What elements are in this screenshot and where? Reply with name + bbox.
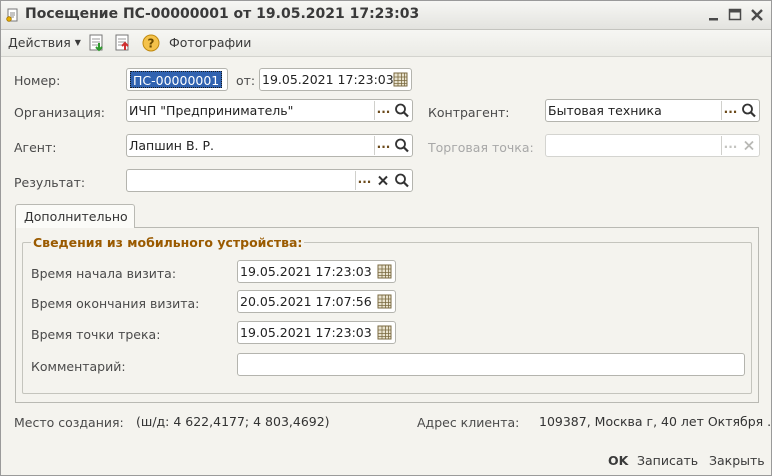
search-icon[interactable] <box>740 101 758 120</box>
maximize-icon[interactable] <box>727 7 743 23</box>
save-button[interactable]: Записать <box>637 453 698 468</box>
document-icon <box>6 8 18 22</box>
organization-value: ИЧП "Предприниматель" <box>129 103 294 118</box>
visit-start-field[interactable]: 19.05.2021 17:23:03 <box>237 260 396 283</box>
visit-end-label: Время окончания визита: <box>31 296 200 311</box>
result-field[interactable]: ... <box>126 169 413 192</box>
agent-field[interactable]: Лапшин В. Р. ... <box>126 134 413 157</box>
search-icon[interactable] <box>393 101 411 120</box>
select-ellipsis-icon: ... <box>721 136 739 155</box>
calendar-icon[interactable] <box>376 263 393 280</box>
agent-label: Агент: <box>14 140 57 155</box>
track-point-field[interactable]: 19.05.2021 17:23:03 <box>237 321 396 344</box>
visit-start-value: 19.05.2021 17:23:03 <box>240 264 372 279</box>
track-point-value: 19.05.2021 17:23:03 <box>240 325 372 340</box>
search-icon[interactable] <box>393 136 411 155</box>
number-field[interactable]: ПС-00000001 <box>126 68 228 91</box>
client-address-label: Адрес клиента: <box>417 415 520 430</box>
chevron-down-icon: ▼ <box>74 38 81 47</box>
ok-button[interactable]: OK <box>608 453 628 468</box>
date-field[interactable]: 19.05.2021 17:23:03 <box>259 68 412 91</box>
contractor-label: Контрагент: <box>428 105 510 120</box>
clear-icon[interactable] <box>374 171 392 190</box>
visit-start-label: Время начала визита: <box>31 266 177 281</box>
actions-menu-label: Действия <box>8 35 71 50</box>
title-bar: Посещение ПС-00000001 от 19.05.2021 17:2… <box>1 1 771 30</box>
close-icon[interactable] <box>749 7 765 23</box>
mobile-info-title: Сведения из мобильного устройства: <box>31 235 305 250</box>
contractor-value: Бытовая техника <box>548 103 662 118</box>
select-ellipsis-icon[interactable]: ... <box>374 136 392 155</box>
select-ellipsis-icon[interactable]: ... <box>355 171 373 190</box>
contractor-field[interactable]: Бытовая техника ... <box>545 99 760 122</box>
agent-value: Лапшин В. Р. <box>129 138 214 153</box>
select-ellipsis-icon[interactable]: ... <box>721 101 739 120</box>
calendar-icon[interactable] <box>392 71 409 88</box>
select-ellipsis-icon[interactable]: ... <box>374 101 392 120</box>
outlet-label: Торговая точка: <box>428 140 534 155</box>
number-label: Номер: <box>14 73 61 88</box>
organization-field[interactable]: ИЧП "Предприниматель" ... <box>126 99 413 122</box>
date-value: 19.05.2021 17:23:03 <box>262 72 394 87</box>
visit-end-field[interactable]: 20.05.2021 17:07:56 <box>237 290 396 313</box>
unpost-document-icon[interactable] <box>113 33 133 53</box>
document-window: Посещение ПС-00000001 от 19.05.2021 17:2… <box>0 0 772 476</box>
help-icon[interactable]: ? <box>141 33 161 53</box>
post-document-icon[interactable] <box>87 33 107 53</box>
calendar-icon[interactable] <box>376 293 393 310</box>
visit-end-value: 20.05.2021 17:07:56 <box>240 294 372 309</box>
photos-button[interactable]: Фотографии <box>169 35 251 50</box>
tab-label: Дополнительно <box>24 209 128 224</box>
number-value: ПС-00000001 <box>130 71 223 88</box>
date-label: от: <box>236 73 256 88</box>
organization-label: Организация: <box>14 105 105 120</box>
creation-place-label: Место создания: <box>14 415 124 430</box>
close-button[interactable]: Закрыть <box>709 453 765 468</box>
comment-field[interactable] <box>237 353 745 376</box>
calendar-icon[interactable] <box>376 324 393 341</box>
clear-icon <box>744 140 754 151</box>
toolbar: Действия ▼ ? Фотографии <box>1 30 771 57</box>
minimize-icon[interactable] <box>706 7 722 23</box>
client-address-value: 109387, Москва г, 40 лет Октября ... <box>539 414 772 429</box>
tab-additional[interactable]: Дополнительно <box>15 204 135 228</box>
actions-menu[interactable]: Действия ▼ <box>8 35 81 50</box>
track-point-label: Время точки трека: <box>31 327 161 342</box>
window-title: Посещение ПС-00000001 от 19.05.2021 17:2… <box>25 6 420 22</box>
outlet-field: ... <box>545 134 760 157</box>
creation-place-value: (ш/д: 4 622,4177; 4 803,4692) <box>136 414 330 429</box>
result-label: Результат: <box>14 175 86 190</box>
comment-label: Комментарий: <box>31 359 126 374</box>
search-icon[interactable] <box>393 171 411 190</box>
svg-text:?: ? <box>148 37 155 51</box>
